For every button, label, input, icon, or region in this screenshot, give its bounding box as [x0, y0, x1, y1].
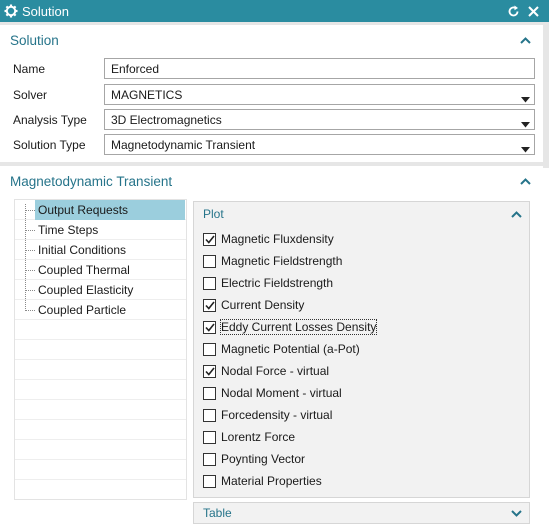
checkbox-checked[interactable] — [203, 320, 216, 334]
tree-connector — [25, 310, 35, 311]
tree-item-initial-conditions[interactable]: Initial Conditions — [37, 240, 126, 260]
title-bar: Solution — [0, 0, 549, 22]
transient-panel-title: Magnetodynamic Transient — [10, 173, 173, 189]
plot-option-row[interactable]: Magnetic Fieldstrength — [203, 250, 342, 272]
gear-icon — [0, 4, 22, 18]
plot-option-label: Eddy Current Losses Density — [219, 319, 378, 335]
scrollbar[interactable] — [538, 168, 549, 525]
analysis-type-value: 3D Electromagnetics — [111, 112, 222, 127]
plot-option-label: Lorentz Force — [221, 430, 296, 444]
plot-option-label: Magnetic Fluxdensity — [221, 232, 334, 246]
tree-connector — [25, 250, 35, 251]
plot-option-row[interactable]: Magnetic Potential (a-Pot) — [203, 338, 360, 360]
analysis-type-select[interactable]: 3D Electromagnetics — [104, 109, 535, 130]
solver-value: MAGNETICS — [111, 87, 183, 102]
checkbox-unchecked[interactable] — [203, 474, 216, 488]
tree-row — [15, 460, 186, 480]
tree-row — [15, 360, 186, 380]
name-label: Name — [13, 61, 46, 76]
tree-row: Time Steps — [15, 220, 186, 240]
plot-option-label: Magnetic Fieldstrength — [221, 254, 343, 268]
solver-label: Solver — [13, 87, 48, 102]
checkbox-unchecked[interactable] — [203, 430, 216, 444]
plot-option-row[interactable]: Eddy Current Losses Density — [203, 316, 378, 338]
plot-option-label: Poynting Vector — [221, 452, 306, 466]
solution-panel-title: Solution — [10, 32, 59, 48]
checkbox-unchecked[interactable] — [203, 254, 216, 268]
plot-option-row[interactable]: Magnetic Fluxdensity — [203, 228, 334, 250]
dropdown-arrow-icon[interactable] — [521, 92, 530, 106]
plot-option-row[interactable]: Lorentz Force — [203, 426, 295, 448]
tree-row — [15, 340, 186, 360]
plot-option-row[interactable]: Forcedensity - virtual — [203, 404, 332, 426]
checkbox-checked[interactable] — [203, 232, 216, 246]
checkbox-unchecked[interactable] — [203, 408, 216, 422]
tree-item-time-steps[interactable]: Time Steps — [37, 220, 98, 240]
plot-option-row[interactable]: Electric Fieldstrength — [203, 272, 333, 294]
dropdown-arrow-icon[interactable] — [521, 142, 530, 156]
tree-row — [15, 320, 186, 340]
checkbox-checked[interactable] — [203, 298, 216, 312]
plot-option-label: Electric Fieldstrength — [221, 276, 334, 290]
solution-panel-header[interactable]: Solution — [0, 25, 543, 55]
tree-row — [15, 440, 186, 460]
plot-option-row[interactable]: Nodal Moment - virtual — [203, 382, 342, 404]
analysis-type-label: Analysis Type — [13, 112, 87, 127]
checkbox-unchecked[interactable] — [203, 452, 216, 466]
collapse-caret-icon[interactable] — [519, 175, 531, 187]
checkbox-unchecked[interactable] — [203, 342, 216, 356]
tree-row: Initial Conditions — [15, 240, 186, 260]
transient-panel-header[interactable]: Magnetodynamic Transient — [0, 166, 543, 196]
tree-row — [15, 420, 186, 440]
tree-row: Output Requests — [15, 200, 186, 220]
solution-type-value: Magnetodynamic Transient — [111, 137, 256, 152]
name-field[interactable]: Enforced — [104, 58, 535, 79]
plot-group-title: Plot — [203, 207, 224, 221]
plot-option-label: Material Properties — [221, 474, 322, 488]
tree-item-coupled-thermal[interactable]: Coupled Thermal — [37, 260, 130, 280]
tree-row — [15, 400, 186, 420]
plot-option-row[interactable]: Current Density — [203, 294, 304, 316]
plot-option-row[interactable]: Material Properties — [203, 470, 322, 492]
dropdown-arrow-icon[interactable] — [521, 117, 530, 131]
checkbox-checked[interactable] — [203, 364, 216, 378]
plot-group: Plot Magnetic Fluxdensity Magnetic Fields… — [193, 201, 530, 498]
table-group-header[interactable]: Table — [193, 502, 530, 524]
plot-option-label: Nodal Moment - virtual — [221, 386, 342, 400]
tree-item-output-requests[interactable]: Output Requests — [35, 200, 185, 220]
tree-row — [15, 380, 186, 400]
collapse-caret-icon[interactable] — [510, 208, 522, 220]
plot-group-header[interactable]: Plot — [194, 202, 529, 226]
output-tree: Output Requests Time Steps Initial Condi… — [14, 199, 187, 500]
plot-option-row[interactable]: Nodal Force - virtual — [203, 360, 329, 382]
plot-option-label: Magnetic Potential (a-Pot) — [221, 342, 360, 356]
tree-connector — [25, 230, 35, 231]
plot-option-label: Nodal Force - virtual — [221, 364, 330, 378]
expand-caret-icon[interactable] — [510, 507, 522, 519]
tree-item-coupled-particle[interactable]: Coupled Particle — [37, 300, 126, 320]
tree-connector — [25, 210, 35, 211]
window-title: Solution — [22, 3, 69, 19]
solution-type-select[interactable]: Magnetodynamic Transient — [104, 134, 535, 155]
solution-type-label: Solution Type — [13, 137, 86, 152]
table-group-title: Table — [203, 506, 232, 520]
name-value: Enforced — [111, 61, 160, 76]
plot-option-label: Forcedensity - virtual — [221, 408, 333, 422]
tree-item-coupled-elasticity[interactable]: Coupled Elasticity — [37, 280, 133, 300]
plot-option-label: Current Density — [221, 298, 305, 312]
close-icon[interactable] — [523, 0, 543, 22]
tree-connector — [25, 290, 35, 291]
solver-select[interactable]: MAGNETICS — [104, 84, 535, 105]
tree-connector — [25, 270, 35, 271]
checkbox-unchecked[interactable] — [203, 276, 216, 290]
tree-row: Coupled Elasticity — [15, 280, 186, 300]
collapse-caret-icon[interactable] — [519, 34, 531, 46]
checkbox-unchecked[interactable] — [203, 386, 216, 400]
tree-row: Coupled Particle — [15, 300, 186, 320]
plot-option-row[interactable]: Poynting Vector — [203, 448, 305, 470]
tree-row: Coupled Thermal — [15, 260, 186, 280]
reset-icon[interactable] — [503, 0, 523, 22]
